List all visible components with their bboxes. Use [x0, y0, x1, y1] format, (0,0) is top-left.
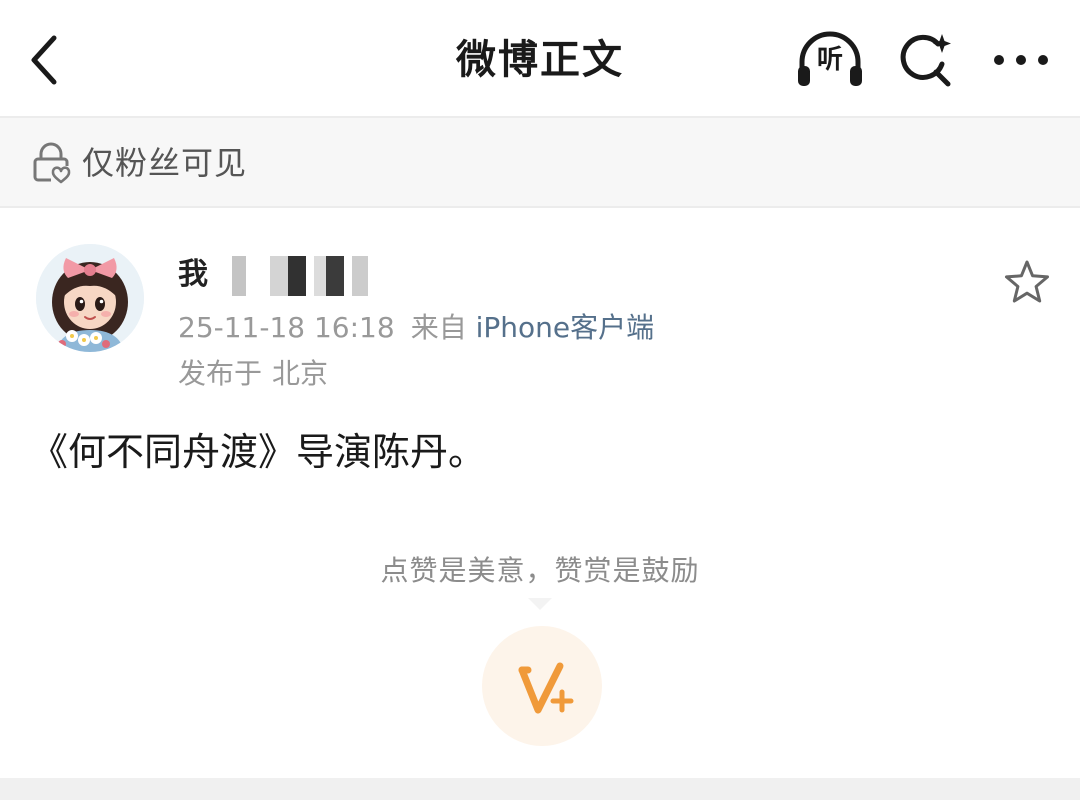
top-nav-bar: 微博正文 听 — [0, 0, 1080, 118]
chevron-left-icon — [31, 35, 57, 85]
listen-label: 听 — [816, 45, 843, 75]
visibility-text: 仅粉丝可见 — [82, 144, 248, 182]
reward-button[interactable] — [482, 626, 602, 746]
avatar-image — [36, 244, 144, 352]
location-name: 北京 — [272, 357, 329, 390]
favorite-button[interactable] — [1000, 256, 1054, 310]
back-button[interactable] — [20, 30, 76, 90]
location-prefix: 发布于 — [178, 357, 263, 390]
listen-button[interactable]: 听 — [794, 28, 866, 90]
avatar[interactable] — [36, 244, 144, 352]
bottom-divider — [0, 778, 1080, 800]
page-title: 微博正文 — [456, 37, 624, 83]
post-location: 发布于 北京 — [178, 354, 328, 394]
post-timestamp: 25-11-18 16:18 — [178, 311, 395, 344]
visibility-notice: 仅粉丝可见 — [0, 118, 1080, 208]
source-prefix: 来自 — [410, 311, 467, 344]
search-sparkle-icon — [900, 34, 951, 87]
more-dots-icon — [994, 55, 1048, 65]
search-button[interactable] — [896, 30, 956, 90]
reward-hint: 点赞是美意，赞赏是鼓励 — [380, 554, 700, 587]
source-link[interactable]: iPhone客户端 — [476, 311, 655, 344]
username[interactable]: 我 — [178, 252, 388, 298]
weibo-post-page: 微博正文 听 仅粉丝可见 我 25-11-18 16:18 来自 iPhone客… — [0, 0, 1080, 800]
star-outline-icon — [1005, 260, 1049, 303]
post-meta: 25-11-18 16:18 来自 iPhone客户端 — [178, 308, 654, 348]
lock-heart-icon — [33, 142, 71, 184]
username-redaction — [218, 256, 386, 296]
more-options-button[interactable] — [990, 40, 1052, 80]
hint-caret — [528, 598, 552, 610]
v-plus-reward-icon — [518, 662, 574, 714]
username-text: 我 — [178, 257, 208, 292]
post-body-text: 《何不同舟渡》导演陈丹。 — [30, 430, 487, 474]
